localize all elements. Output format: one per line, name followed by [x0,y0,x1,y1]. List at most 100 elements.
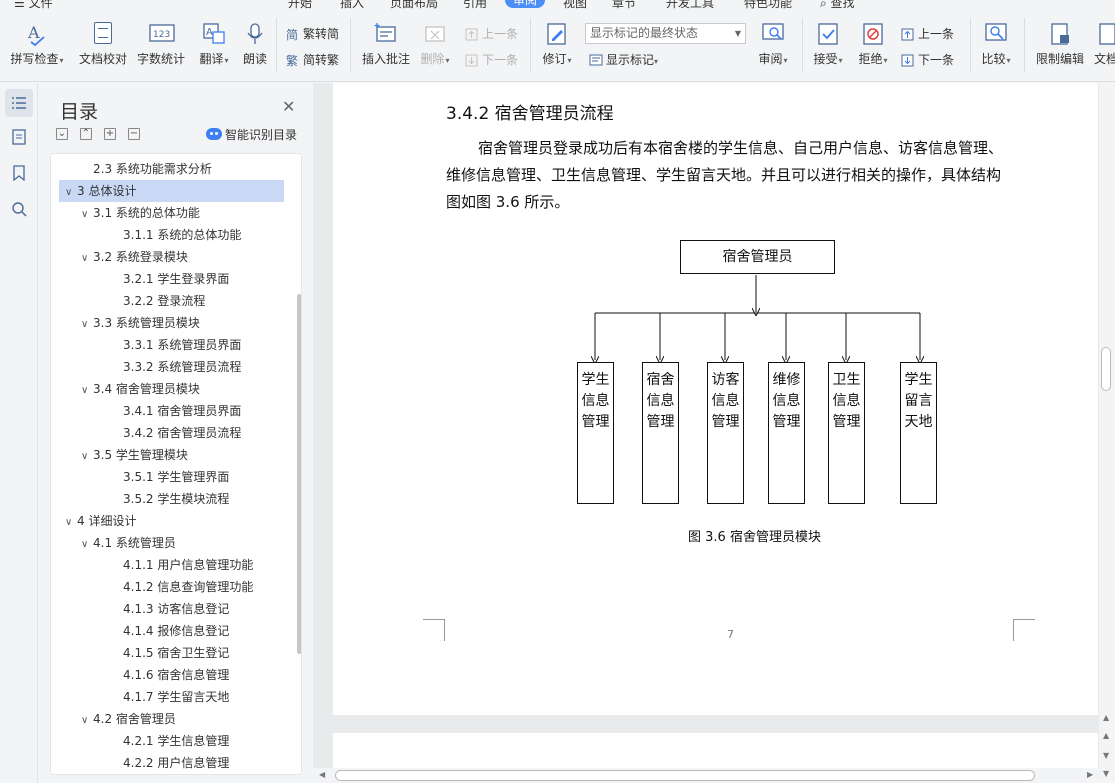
next-page-icon[interactable]: ▼ [1103,751,1109,760]
find-icon [12,202,27,217]
delete-comment-button[interactable]: 删除▾ [417,22,453,67]
compare-button[interactable]: 比较▾ [978,22,1014,67]
expand-all-icon[interactable]: ⌃ [80,128,92,140]
toc-item[interactable]: 4.2.1 学生信息管理 [51,730,301,752]
toc-item[interactable]: ∨ 3 总体设计 [59,180,284,202]
close-icon[interactable]: ✕ [282,97,295,116]
toc-item[interactable]: 4.1.7 学生留言天地 [51,686,301,708]
chevron-down-icon[interactable]: ∨ [81,380,93,402]
chevron-down-icon[interactable]: ▼ [1103,769,1109,778]
reject-button[interactable]: 拒绝▾ [855,22,891,67]
collapse-all-icon[interactable]: ⌄ [56,128,68,140]
toc-item[interactable]: 3.2.1 学生登录界面 [51,268,301,290]
tab-chapter[interactable]: 章节 [612,0,636,10]
toc-item[interactable]: 4.1.1 用户信息管理功能 [51,554,301,576]
trad-to-simp-button[interactable]: 简繁转简 [286,24,339,44]
tab-home[interactable]: 开始 [288,0,312,10]
tab-references[interactable]: 引用 [463,0,487,10]
toc-item[interactable]: 3.2.2 登录流程 [51,290,301,312]
next-change-button[interactable]: 下一条 [901,50,954,70]
insert-comment-button[interactable]: 插入批注 [360,22,412,67]
accept-button[interactable]: 接受▾ [810,22,846,67]
simp-to-trad-button[interactable]: 繁简转繁 [286,50,339,70]
compare-label: 比较 [981,52,1006,66]
toc-item[interactable]: 3.1.1 系统的总体功能 [51,224,301,246]
simp-trad-icon: 繁 [286,53,300,68]
chevron-down-icon[interactable]: ∨ [81,248,93,270]
show-markup-button[interactable]: 显示标记▾ [589,50,658,70]
toc-item[interactable]: 4.1.5 宿舍卫生登记 [51,642,301,664]
tab-developer[interactable]: 开发工具 [666,0,714,10]
toc-item[interactable]: 4.1.6 宿舍信息管理 [51,664,301,686]
svg-text:A: A [206,27,213,38]
chevron-down-icon[interactable]: ∨ [81,534,93,556]
translate-button[interactable]: A 翻译▾ [193,22,235,67]
toc-item[interactable]: 4.1.2 信息查询管理功能 [51,576,301,598]
review-button[interactable]: 审阅▾ [755,22,791,67]
next-comment-button[interactable]: 下一条 [465,50,518,70]
find-panel-button[interactable] [5,195,33,223]
toc-item[interactable]: ∨ 3.3 系统管理员模块 [51,312,301,336]
toc-item[interactable]: ∨ 3.1 系统的总体功能 [51,202,301,226]
diagram-connectors [570,275,940,529]
tab-review[interactable]: 审阅 [505,0,546,8]
lock-document-icon [1048,22,1072,46]
toc-panel-button[interactable] [5,89,33,117]
spellcheck-button[interactable]: A 拼写检查▾ [8,22,66,67]
tab-view[interactable]: 视图 [563,0,587,10]
toc-item[interactable]: ∨ 3.2 系统登录模块 [51,246,301,270]
toc-item[interactable]: 3.4.2 宿舍管理员流程 [51,422,301,444]
toc-item[interactable]: ∨ 3.5 学生管理模块 [51,444,301,468]
toc-item-label: 3.4.2 宿舍管理员流程 [123,426,242,440]
toc-item[interactable]: 4.1.3 访客信息登记 [51,598,301,620]
toc-item[interactable]: ∨ 4.1 系统管理员 [51,532,301,556]
toc-item[interactable]: ∨ 4 详细设计 [51,510,301,534]
toc-item-label: 4.1.4 报修信息登记 [123,624,230,638]
doc-permission-button[interactable]: 文档 [1094,22,1115,67]
file-menu[interactable]: ☰ 文件 [14,0,53,10]
toc-item[interactable]: 4.2.2 用户信息管理 [51,752,301,774]
prev-page-icon[interactable]: ▲ [1103,731,1109,740]
pages-panel-button[interactable] [5,123,33,151]
tab-special[interactable]: 特色功能 [744,0,792,10]
chevron-down-icon[interactable]: ∨ [65,182,77,204]
restrict-edit-button[interactable]: 限制编辑 [1034,22,1086,67]
bookmark-panel-button[interactable] [5,159,33,187]
horizontal-scrollbar[interactable]: ◀ ▶ [313,768,1099,783]
toc-item[interactable]: 3.5.2 学生模块流程 [51,488,301,510]
track-changes-button[interactable]: 修订▾ [538,22,576,67]
search-box[interactable]: ⌕ 查找 [820,0,855,10]
read-aloud-button[interactable]: 朗读 [240,22,270,67]
add-heading-icon[interactable]: + [104,128,116,140]
chevron-down-icon[interactable]: ∨ [81,710,93,732]
chevron-down-icon[interactable]: ∨ [81,314,93,336]
prev-change-button[interactable]: 上一条 [901,24,954,44]
next-comment-label: 下一条 [482,53,519,67]
toc-item[interactable]: 4.1.4 报修信息登记 [51,620,301,642]
toc-item[interactable]: ∨ 3.4 宿舍管理员模块 [51,378,301,402]
smart-recognize-toc-button[interactable]: 智能识别目录 [206,126,297,143]
wordcount-button[interactable]: 123 字数统计 [136,22,186,67]
toc-item[interactable]: ∨ 4.2 宿舍管理员 [51,708,301,732]
vertical-scrollbar[interactable]: ▲ ▲ ▼ ▼ [1099,83,1115,783]
tab-page-layout[interactable]: 页面布局 [390,0,438,10]
proofread-label: 文档校对 [78,52,127,66]
toc-item[interactable]: 3.3.1 系统管理员界面 [51,334,301,356]
prev-comment-button[interactable]: 上一条 [465,24,518,44]
remove-heading-icon[interactable]: − [128,128,140,140]
chevron-down-icon[interactable]: ∨ [65,512,77,534]
chevron-up-icon[interactable]: ▲ [1103,713,1109,722]
chevron-down-icon[interactable]: ∨ [81,204,93,226]
vertical-scroll-thumb[interactable] [1101,347,1111,391]
chevron-left-icon[interactable]: ◀ [319,770,325,779]
toc-item[interactable]: 2.3 系统功能需求分析 [51,158,301,180]
chevron-down-icon[interactable]: ∨ [81,446,93,468]
proofread-button[interactable]: 文档校对 [78,22,128,67]
toc-item[interactable]: 3.3.2 系统管理员流程 [51,356,301,378]
toc-item[interactable]: 3.5.1 学生管理界面 [51,466,301,488]
markup-state-select[interactable]: 显示标记的最终状态 ▼ [585,23,746,44]
chevron-right-icon[interactable]: ▶ [1087,770,1093,779]
toc-item[interactable]: 3.4.1 宿舍管理员界面 [51,400,301,422]
tab-insert[interactable]: 插入 [340,0,364,10]
horizontal-scroll-thumb[interactable] [335,770,1035,781]
